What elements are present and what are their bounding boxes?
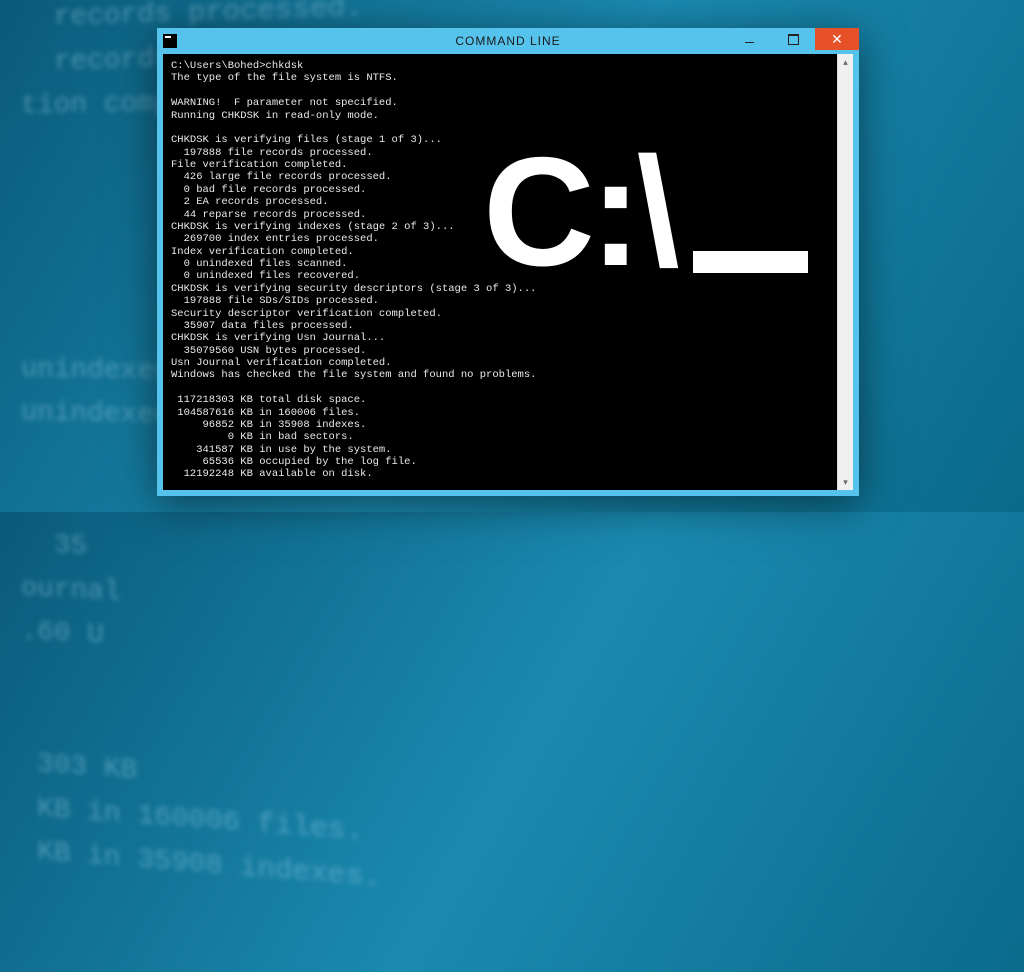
close-button[interactable]: ✕ [815, 28, 859, 50]
terminal-output[interactable]: C:\Users\Bohed>chkdsk The type of the fi… [163, 54, 837, 490]
scroll-up-button[interactable]: ▴ [838, 54, 853, 70]
terminal-icon [163, 34, 177, 48]
scrollbar[interactable]: ▴ ▾ [837, 54, 853, 490]
client-area: C:\Users\Bohed>chkdsk The type of the fi… [163, 54, 853, 490]
command-line-window: COMMAND LINE ✕ C:\Users\Bohed>chkdsk The… [157, 28, 859, 496]
scroll-track[interactable] [838, 70, 853, 474]
scroll-down-button[interactable]: ▾ [838, 474, 853, 490]
titlebar[interactable]: COMMAND LINE ✕ [157, 28, 859, 54]
window-controls: ✕ [727, 28, 859, 50]
maximize-button[interactable] [771, 28, 815, 50]
minimize-button[interactable] [727, 28, 771, 50]
